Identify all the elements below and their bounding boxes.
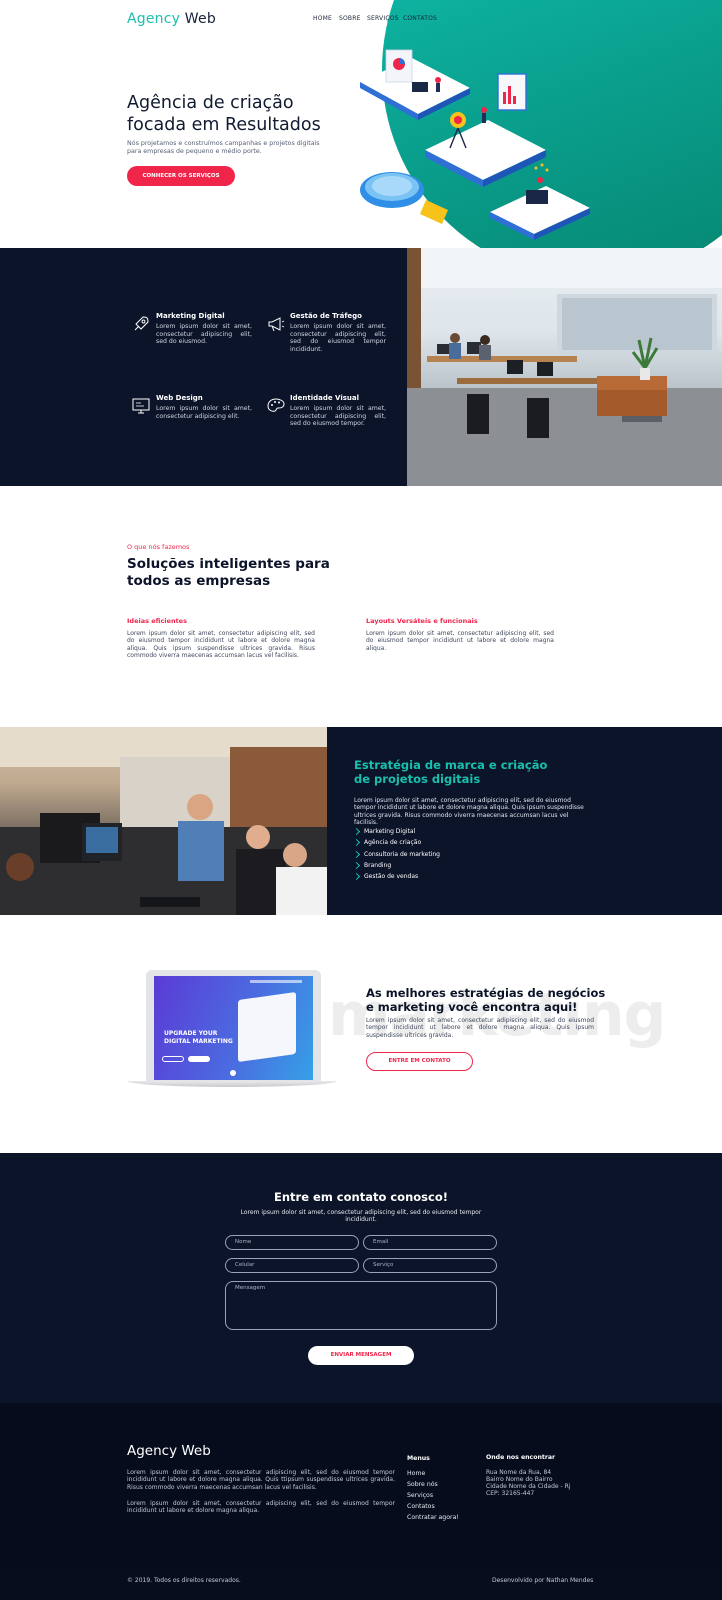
- footer-link-home[interactable]: Home: [407, 1470, 425, 1477]
- feature-title: Layouts Versáteis e funcionais: [366, 617, 478, 625]
- rocket-icon: [134, 316, 149, 331]
- service-desc: Lorem ipsum dolor sit amet, consectetur …: [156, 323, 252, 345]
- laptop-screen-content: UPGRADE YOUR DIGITAL MARKETING: [154, 976, 313, 1080]
- footer-menus-title: Menus: [407, 1455, 430, 1462]
- team-photo: [0, 727, 327, 915]
- section-kicker: O que nós fazemos: [127, 543, 190, 551]
- address-line: CEP: 32165-447: [486, 1490, 535, 1497]
- contact-subtitle: Lorem ipsum dolor sit amet, consectetur …: [240, 1209, 482, 1224]
- chevron-right-icon: [352, 839, 361, 847]
- feature-text: Lorem ipsum dolor sit amet, consectetur …: [366, 630, 554, 652]
- service-title: Web Design: [156, 394, 203, 402]
- strategy-desc: Lorem ipsum dolor sit amet, consectetur …: [354, 797, 584, 826]
- list-item: Marketing Digital: [352, 826, 440, 837]
- mockup-nav: [250, 980, 302, 983]
- footer-link-contratar[interactable]: Contratar agora!: [407, 1514, 459, 1521]
- mockup-dot: [230, 1070, 236, 1076]
- copyright: © 2019. Todos os direitos reservados.: [127, 1577, 241, 1584]
- service-title: Gestão de Tráfego: [290, 312, 362, 320]
- services-button[interactable]: CONHECER OS SERVIÇOS: [127, 166, 235, 186]
- chevron-right-icon: [352, 850, 361, 858]
- developer-credit: Desenvolvido por Nathan Mendes: [492, 1577, 594, 1584]
- list-item: Agência de criação: [352, 837, 440, 848]
- hero-subtitle: Nós projetamos e construímos campanhas e…: [127, 140, 320, 155]
- nav-servicos[interactable]: SERVIÇOS: [367, 15, 399, 22]
- hero-title: Agência de criação focada em Resultados: [127, 93, 321, 135]
- contact-title: Entre em contato conosco!: [274, 1190, 448, 1204]
- bottom-bar: [0, 1563, 722, 1600]
- office-photo-illustration: [407, 248, 722, 486]
- palette-icon: [267, 398, 285, 412]
- name-field[interactable]: Nome: [225, 1235, 359, 1250]
- footer-link-servicos[interactable]: Serviços: [407, 1492, 433, 1499]
- monitor-icon: [132, 398, 150, 414]
- isometric-illustration: [360, 49, 590, 240]
- email-field[interactable]: Email: [363, 1235, 497, 1250]
- service-desc: Lorem ipsum dolor sit amet, consectetur …: [290, 405, 386, 427]
- feature-text: Lorem ipsum dolor sit amet, consectetur …: [127, 630, 315, 659]
- footer-logo-rest: Web: [181, 1443, 211, 1459]
- strategy-list: Marketing Digital Agência de criação Con…: [352, 826, 440, 882]
- mockup-button: [188, 1056, 210, 1062]
- chevron-right-icon: [352, 828, 361, 836]
- footer-logo-accent: Agency: [127, 1443, 178, 1459]
- logo-accent: Agency: [127, 11, 181, 27]
- nav-home[interactable]: HOME: [313, 15, 332, 22]
- mockup-button-outline: [162, 1056, 184, 1062]
- chevron-right-icon: [352, 873, 361, 881]
- footer-link-contatos[interactable]: Contatos: [407, 1503, 435, 1510]
- office-photo: [407, 248, 722, 486]
- footer-where-title: Onde nos encontrar: [486, 1454, 556, 1461]
- nav-contatos[interactable]: CONTATOS: [403, 15, 437, 22]
- hero-section: Agency Web HOME SOBRE SERVIÇOS CONTATOS …: [0, 0, 722, 248]
- list-item: Consultoria de marketing: [352, 849, 440, 860]
- list-item-label: Gestão de vendas: [364, 873, 419, 881]
- service-field[interactable]: Serviço: [363, 1258, 497, 1273]
- footer-desc: Lorem ipsum dolor sit amet, consectetur …: [127, 1500, 395, 1515]
- iso-magnifier: [360, 172, 448, 224]
- list-item: Branding: [352, 860, 440, 871]
- strategy-title: Estratégia de marca e criação de projeto…: [354, 758, 548, 786]
- message-field[interactable]: Mensagem: [225, 1281, 497, 1330]
- mockup-headline: UPGRADE YOUR DIGITAL MARKETING: [164, 1030, 233, 1045]
- service-desc: Lorem ipsum dolor sit amet, consectetur …: [290, 323, 386, 353]
- footer-desc: Lorem ipsum dolor sit amet, consectetur …: [127, 1469, 395, 1491]
- list-item-label: Branding: [364, 862, 392, 870]
- marketing-title: As melhores estratégias de negócios e ma…: [366, 986, 606, 1014]
- phone-field[interactable]: Celular: [225, 1258, 359, 1273]
- send-message-button[interactable]: ENVIAR MENSAGEM: [308, 1346, 414, 1365]
- footer-logo[interactable]: Agency Web: [127, 1443, 211, 1459]
- team-photo-illustration: [0, 727, 327, 915]
- service-title: Marketing Digital: [156, 312, 225, 320]
- page: Agency Web HOME SOBRE SERVIÇOS CONTATOS …: [0, 0, 722, 1600]
- iso-platform-top: [360, 49, 470, 120]
- footer-link-sobre[interactable]: Sobre nós: [407, 1481, 438, 1488]
- laptop-base: [127, 1081, 337, 1087]
- megaphone-icon: [268, 317, 285, 332]
- nav-sobre[interactable]: SOBRE: [339, 15, 361, 22]
- marketing-desc: Lorem ipsum dolor sit amet, consectetur …: [366, 1017, 594, 1039]
- logo-rest: Web: [184, 11, 216, 27]
- contact-button[interactable]: ENTRE EM CONTATO: [366, 1052, 473, 1071]
- services-section: Marketing Digital Lorem ipsum dolor sit …: [0, 248, 407, 486]
- list-item: Gestão de vendas: [352, 871, 440, 882]
- mockup-device: [238, 991, 296, 1063]
- chevron-right-icon: [352, 861, 361, 870]
- feature-title: Ideias eficientes: [127, 617, 187, 625]
- laptop-mockup: UPGRADE YOUR DIGITAL MARKETING: [146, 970, 321, 1082]
- site-logo[interactable]: Agency Web: [127, 11, 216, 27]
- list-item-label: Marketing Digital: [364, 828, 416, 836]
- list-item-label: Agência de criação: [364, 839, 422, 847]
- service-title: Identidade Visual: [290, 394, 359, 402]
- list-item-label: Consultoria de marketing: [364, 850, 440, 858]
- section-title: Soluções inteligentes para todos as empr…: [127, 556, 330, 589]
- service-desc: Lorem ipsum dolor sit amet, consectetur …: [156, 405, 252, 420]
